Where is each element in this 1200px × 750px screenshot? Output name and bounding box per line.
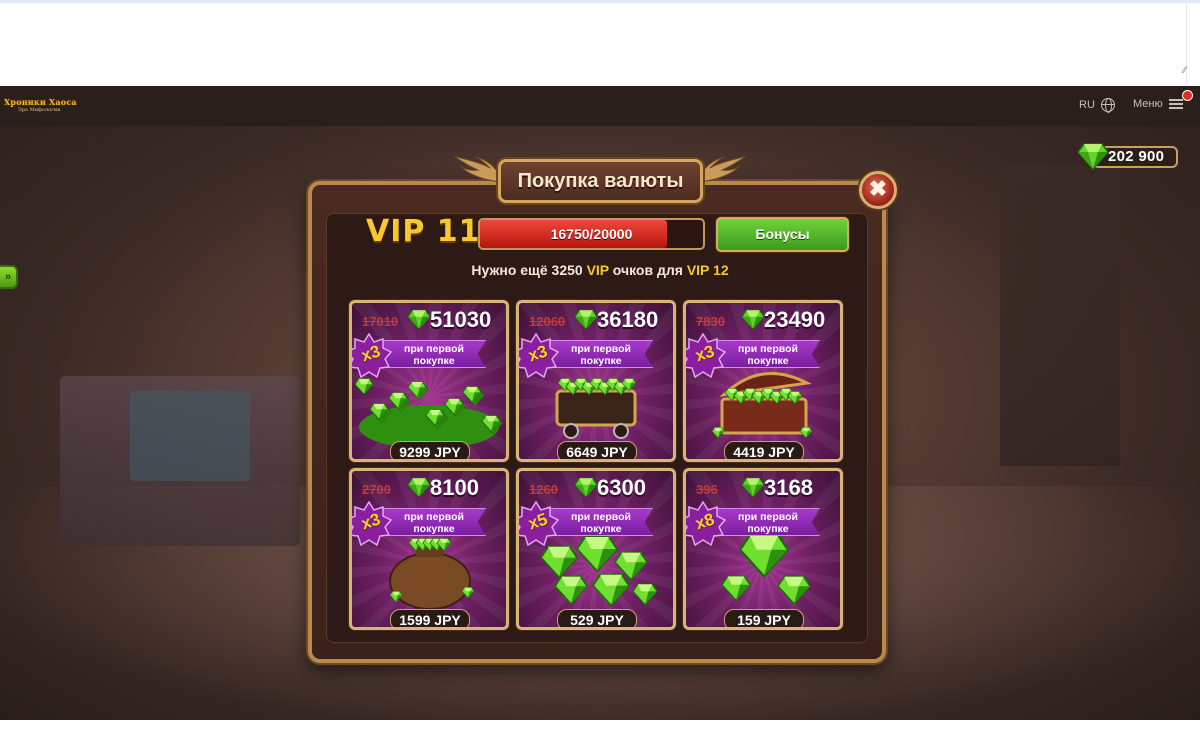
close-dialog-button[interactable]: ✖	[859, 171, 897, 209]
vip-level-label: VIP 11	[366, 214, 481, 249]
offer-old-amount: 1260	[529, 482, 558, 497]
language-switcher[interactable]: RU	[1079, 98, 1115, 113]
resize-grip-icon[interactable]: ⁄⁄	[1183, 66, 1186, 76]
side-panel-toggle[interactable]: »	[0, 265, 18, 289]
offer-old-amount: 12060	[529, 314, 566, 329]
gem-icon	[408, 477, 430, 497]
globe-icon	[1100, 98, 1115, 113]
first-purchase-line2: покупке	[747, 355, 789, 367]
offer-gem-amount: 36180	[597, 307, 659, 332]
first-purchase-ribbon: при первой покупке	[716, 340, 820, 368]
fast-forward-icon: »	[4, 271, 12, 283]
bonuses-button[interactable]: Бонусы	[716, 217, 849, 252]
first-purchase-line2: покупке	[747, 523, 789, 535]
language-label: RU	[1079, 99, 1095, 111]
gem-icon	[742, 477, 764, 497]
offer-card[interactable]: 1260 6300 при первой покупке x5 529 JPY	[516, 468, 676, 630]
first-purchase-ribbon: при первой покупке	[549, 508, 653, 536]
gem-icon	[1078, 143, 1108, 170]
close-icon: ✖	[868, 176, 888, 201]
logo-title: Хроники Хаоса	[4, 97, 77, 107]
offer-old-amount: 17010	[362, 314, 399, 329]
menu-label: Меню	[1133, 98, 1163, 110]
browser-top-area: ⁄⁄	[0, 0, 1200, 86]
offer-card[interactable]: 2700 8100 при первой покупке x3 1599 JPY	[349, 468, 509, 630]
gem-icon	[742, 309, 764, 329]
game-logo[interactable]: Хроники Хаоса Эра Мифологии	[4, 97, 77, 115]
offer-gem-amount: 8100	[430, 475, 479, 500]
first-purchase-line1: при первой	[404, 511, 464, 523]
dialog-title-banner: Покупка валюты	[498, 159, 703, 203]
hamburger-icon	[1168, 99, 1183, 109]
logo-subtitle: Эра Мифологии	[18, 107, 61, 113]
offer-card[interactable]: 396 3168 при первой покупке x8 159 JPY	[683, 468, 843, 630]
first-purchase-line1: при первой	[738, 511, 798, 523]
first-purchase-line1: при первой	[571, 343, 631, 355]
vip-hint-middle: очков для	[612, 262, 683, 278]
offer-gem-amount: 51030	[430, 307, 492, 332]
vip-hint-vip: VIP	[586, 262, 609, 278]
vip-hint-next-level: VIP 12	[686, 262, 729, 278]
offer-gem-amount: 23490	[764, 307, 826, 332]
offer-price-button[interactable]: 6649 JPY	[557, 441, 637, 459]
offer-card[interactable]: 12060 36180 при первой покупке x3 6649 J…	[516, 300, 676, 462]
dialog-title: Покупка валюты	[517, 170, 684, 192]
offer-old-amount: 2700	[362, 482, 391, 497]
first-purchase-line2: покупке	[413, 523, 455, 535]
vip-hint-text: Нужно ещё 3250 VIP очков для VIP 12	[350, 262, 850, 278]
first-purchase-line2: покупке	[580, 523, 622, 535]
gem-balance[interactable]: 202 900	[1078, 143, 1178, 170]
first-purchase-ribbon: при первой покупке	[549, 340, 653, 368]
offer-old-amount: 396	[696, 482, 718, 497]
background-tower	[1000, 166, 1120, 466]
vip-hint-prefix: Нужно ещё 3250	[471, 262, 583, 278]
menu-button[interactable]: Меню	[1133, 98, 1183, 110]
offer-card[interactable]: 7830 23490 при первой покупке x3 4419 JP…	[683, 300, 843, 462]
first-purchase-line1: при первой	[571, 511, 631, 523]
background-building-window	[130, 391, 250, 481]
wing-right-icon	[700, 156, 747, 183]
first-purchase-ribbon: при первой покупке	[382, 340, 486, 368]
offer-price-button[interactable]: 529 JPY	[557, 609, 637, 627]
offer-price-button[interactable]: 4419 JPY	[724, 441, 804, 459]
offer-price-button[interactable]: 9299 JPY	[390, 441, 470, 459]
first-purchase-ribbon: при первой покупке	[382, 508, 486, 536]
gem-icon	[575, 309, 597, 329]
offer-price-button[interactable]: 159 JPY	[724, 609, 804, 627]
offer-card[interactable]: 17010 51030 при первой покупке x3 9299 J…	[349, 300, 509, 462]
first-purchase-ribbon: при первой покупке	[716, 508, 820, 536]
offer-gem-amount: 3168	[764, 475, 813, 500]
gem-balance-value: 202 900	[1108, 148, 1165, 165]
wing-left-icon	[453, 156, 500, 183]
gem-icon	[575, 477, 597, 497]
offer-gem-amount: 6300	[597, 475, 646, 500]
first-purchase-line1: при первой	[404, 343, 464, 355]
gem-icon	[408, 309, 430, 329]
first-purchase-line2: покупке	[580, 355, 622, 367]
vip-progress-text: 16750/20000	[550, 226, 633, 242]
browser-top-line	[0, 0, 1200, 3]
vip-progress-bar: 16750/20000	[478, 218, 705, 250]
first-purchase-line1: при первой	[738, 343, 798, 355]
notification-dot	[1182, 90, 1193, 101]
offer-old-amount: 7830	[696, 314, 725, 329]
first-purchase-line2: покупке	[413, 355, 455, 367]
offer-price-button[interactable]: 1599 JPY	[390, 609, 470, 627]
browser-scrollbar[interactable]	[1186, 3, 1200, 83]
site-header: Хроники Хаоса Эра Мифологии	[0, 86, 1200, 126]
